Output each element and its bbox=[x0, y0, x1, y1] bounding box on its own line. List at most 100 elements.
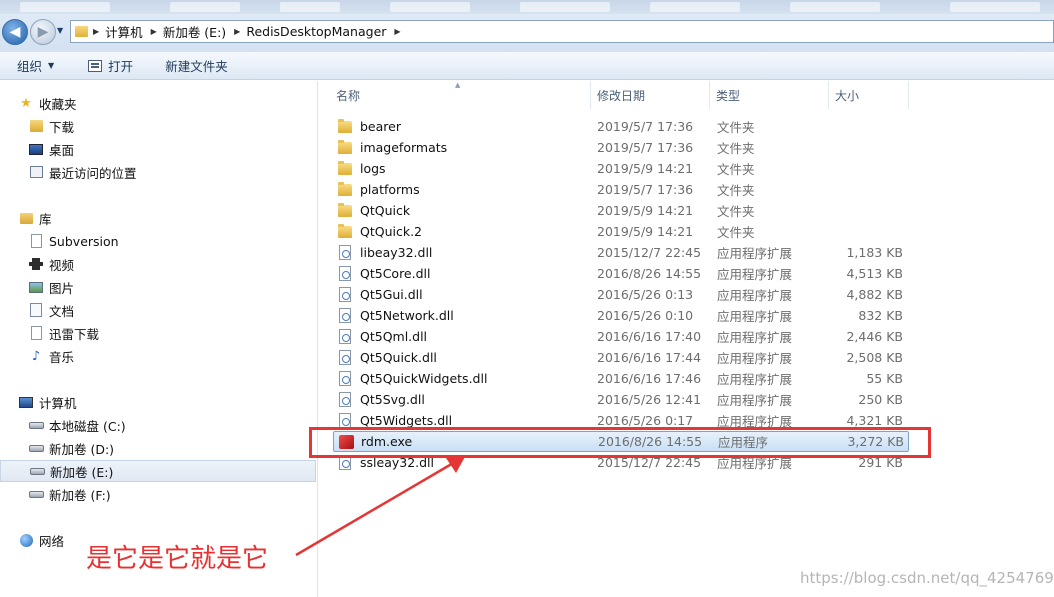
file-row[interactable]: Qt5Gui.dll 2016/5/26 0:13 应用程序扩展 4,882 KB bbox=[333, 284, 909, 305]
nav-label: 新加卷 (D:) bbox=[49, 441, 115, 457]
dll-shape bbox=[339, 455, 351, 470]
file-row[interactable]: Qt5Qml.dll 2016/6/16 17:40 应用程序扩展 2,446 KB bbox=[333, 326, 909, 347]
file-name-cell: libeay32.dll bbox=[333, 245, 597, 261]
organize-label: 组织 bbox=[17, 59, 43, 74]
file-date: 2019/5/7 17:36 bbox=[597, 182, 694, 197]
folder-shape bbox=[338, 139, 352, 154]
breadcrumb-computer[interactable]: 计算机 ▶ bbox=[101, 21, 159, 42]
file-row[interactable]: QtQuick 2019/5/9 14:21 文件夹 bbox=[333, 200, 909, 221]
column-header-name[interactable]: 名称 ▲ bbox=[319, 81, 591, 109]
file-name-cell: platforms bbox=[333, 181, 597, 198]
nav-libraries[interactable]: 库 bbox=[0, 207, 318, 229]
document-icon bbox=[28, 234, 44, 248]
nav-drive-c[interactable]: 本地磁盘 (C:) bbox=[0, 414, 318, 436]
nav-recent-places[interactable]: 最近访问的位置 bbox=[0, 161, 318, 183]
file-size: 55 KB bbox=[866, 371, 903, 386]
column-header-size[interactable]: 大小 bbox=[829, 81, 909, 109]
file-name: rdm.exe bbox=[361, 434, 413, 449]
nav-downloads[interactable]: 下载 bbox=[0, 115, 318, 137]
nav-favorites[interactable]: ★ 收藏夹 bbox=[0, 92, 318, 114]
file-row[interactable]: Qt5Svg.dll 2016/5/26 12:41 应用程序扩展 250 KB bbox=[333, 389, 909, 410]
desktop-icon bbox=[28, 142, 44, 156]
background-browser-tabs bbox=[0, 0, 1054, 14]
nav-label: 下载 bbox=[49, 119, 75, 135]
ghost-tab bbox=[390, 2, 470, 12]
file-name-cell: imageformats bbox=[333, 139, 597, 156]
file-row[interactable]: rdm.exe 2016/8/26 14:55 应用程序 3,272 KB bbox=[333, 431, 909, 452]
nav-drive-d[interactable]: 新加卷 (D:) bbox=[0, 437, 318, 459]
nav-drive-f[interactable]: 新加卷 (F:) bbox=[0, 483, 318, 505]
file-row[interactable]: platforms 2019/5/7 17:36 文件夹 bbox=[333, 179, 909, 200]
column-header-modified[interactable]: 修改日期 bbox=[591, 81, 710, 109]
open-label: 打开 bbox=[108, 59, 134, 74]
file-row[interactable]: ssleay32.dll 2015/12/7 22:45 应用程序扩展 291 KB bbox=[333, 452, 909, 473]
address-box[interactable]: ▶ 计算机 ▶ 新加卷 (E:) ▶ RedisDesktopManager ▶ bbox=[70, 20, 1054, 43]
file-row[interactable]: QtQuick.2 2019/5/9 14:21 文件夹 bbox=[333, 221, 909, 242]
file-date: 2019/5/9 14:21 bbox=[597, 224, 694, 239]
chevron-right-icon[interactable]: ▶ bbox=[232, 27, 242, 36]
new-folder-button[interactable]: 新建文件夹 bbox=[155, 54, 238, 78]
column-header-row: 名称 ▲ 修改日期 类型 大小 bbox=[319, 81, 1054, 109]
network-icon bbox=[18, 533, 34, 547]
chevron-right-icon[interactable]: ▶ bbox=[91, 27, 101, 36]
star-icon: ★ bbox=[20, 95, 32, 111]
file-row[interactable]: Qt5Network.dll 2016/5/26 0:10 应用程序扩展 832 KB bbox=[333, 305, 909, 326]
documents-icon bbox=[28, 303, 44, 317]
file-row[interactable]: libeay32.dll 2015/12/7 22:45 应用程序扩展 1,183 K… bbox=[333, 242, 909, 263]
hard-drive-icon bbox=[28, 418, 44, 432]
file-name-cell: Qt5Widgets.dll bbox=[333, 413, 597, 429]
ghost-tab bbox=[520, 2, 610, 12]
recent-places-icon bbox=[28, 165, 44, 179]
column-header-type[interactable]: 类型 bbox=[710, 81, 829, 109]
breadcrumb-drive-e[interactable]: 新加卷 (E:) ▶ bbox=[159, 21, 243, 42]
breadcrumb-root[interactable]: ▶ bbox=[75, 21, 101, 42]
nav-label: 桌面 bbox=[49, 142, 75, 158]
nav-videos[interactable]: 视频 bbox=[0, 253, 318, 275]
nav-drive-e[interactable]: 新加卷 (E:) bbox=[0, 460, 316, 482]
folder-icon bbox=[337, 202, 353, 219]
nav-xunlei-downloads[interactable]: 迅雷下载 bbox=[0, 322, 318, 344]
dll-file-icon bbox=[337, 455, 353, 471]
file-date: 2016/8/26 14:55 bbox=[598, 434, 703, 449]
file-name: ssleay32.dll bbox=[360, 455, 435, 470]
folder-icon bbox=[337, 223, 353, 240]
file-row[interactable]: Qt5QuickWidgets.dll 2016/6/16 17:46 应用程序扩展… bbox=[333, 368, 909, 389]
open-button[interactable]: 打开 bbox=[78, 54, 143, 78]
file-size: 2,508 KB bbox=[846, 350, 903, 365]
nav-music[interactable]: ♪ 音乐 bbox=[0, 345, 318, 367]
back-button[interactable]: ◀ bbox=[2, 19, 28, 45]
annotation-text: 是它是它就是它 bbox=[86, 544, 269, 574]
file-row[interactable]: imageformats 2019/5/7 17:36 文件夹 bbox=[333, 137, 909, 158]
file-date: 2019/5/7 17:36 bbox=[597, 140, 694, 155]
file-row[interactable]: logs 2019/5/9 14:21 文件夹 bbox=[333, 158, 909, 179]
file-row[interactable]: Qt5Core.dll 2016/8/26 14:55 应用程序扩展 4,513 KB bbox=[333, 263, 909, 284]
dll-shape bbox=[339, 371, 351, 386]
organize-button[interactable]: 组织 ▼ bbox=[0, 54, 64, 78]
folder-icon bbox=[337, 160, 353, 177]
file-row[interactable]: bearer 2019/5/7 17:36 文件夹 bbox=[333, 116, 909, 137]
file-name-cell: Qt5Core.dll bbox=[333, 266, 597, 282]
dll-file-icon bbox=[337, 329, 353, 345]
file-size: 4,513 KB bbox=[846, 266, 903, 281]
nav-label: 网络 bbox=[39, 533, 65, 549]
nav-computer[interactable]: 计算机 bbox=[0, 391, 318, 413]
nav-label: 计算机 bbox=[39, 395, 77, 411]
library-icon bbox=[18, 211, 34, 225]
history-dropdown-icon[interactable]: ▼ bbox=[57, 26, 63, 35]
nav-label: 本地磁盘 (C:) bbox=[49, 418, 126, 434]
chevron-right-icon[interactable]: ▶ bbox=[392, 27, 402, 36]
file-date: 2016/5/26 0:13 bbox=[597, 287, 694, 302]
nav-label: 收藏夹 bbox=[39, 96, 77, 112]
chevron-right-icon[interactable]: ▶ bbox=[149, 27, 159, 36]
file-name-cell: bearer bbox=[333, 118, 597, 135]
file-row[interactable]: Qt5Widgets.dll 2016/5/26 0:17 应用程序扩展 4,321 … bbox=[333, 410, 909, 431]
breadcrumb-redisdesktopmanager[interactable]: RedisDesktopManager ▶ bbox=[242, 21, 402, 42]
nav-documents[interactable]: 文档 bbox=[0, 299, 318, 321]
nav-subversion[interactable]: Subversion bbox=[0, 230, 318, 252]
nav-pictures[interactable]: 图片 bbox=[0, 276, 318, 298]
file-row[interactable]: Qt5Quick.dll 2016/6/16 17:44 应用程序扩展 2,508 K… bbox=[333, 347, 909, 368]
folder-shape bbox=[338, 118, 352, 133]
nav-desktop[interactable]: 桌面 bbox=[0, 138, 318, 160]
folder-icon bbox=[337, 118, 353, 135]
forward-button[interactable]: ▶ bbox=[30, 19, 56, 45]
